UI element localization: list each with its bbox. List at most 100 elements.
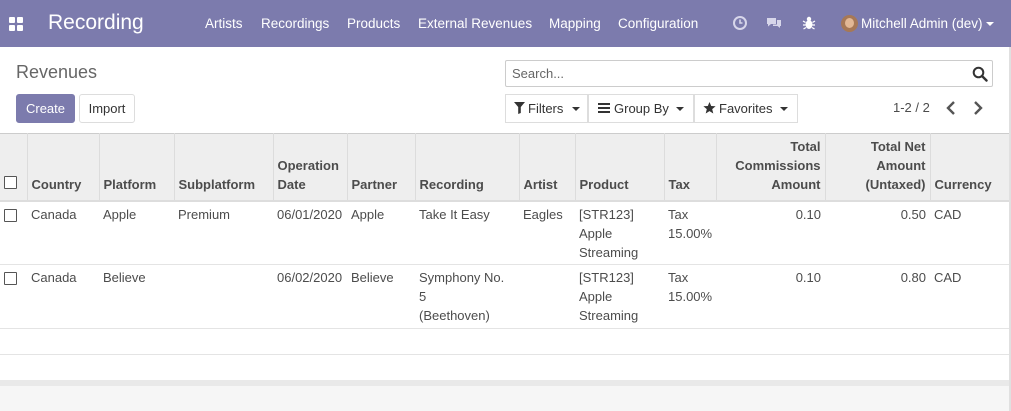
- search-icon[interactable]: [972, 66, 988, 82]
- revenues-table: Country Platform Subplatform Operation Da…: [0, 133, 1010, 381]
- header-total-commissions[interactable]: Total Commissions Amount: [715, 133, 825, 201]
- avatar: [841, 15, 858, 32]
- cell-country: Canada: [31, 206, 77, 222]
- cell-tax-line1: Tax: [668, 206, 689, 222]
- cell-artist: Eagles: [523, 206, 563, 222]
- empty-row: [0, 355, 1010, 381]
- chevron-down-icon: [780, 107, 788, 111]
- cell-subplatform: Premium: [178, 206, 231, 222]
- cell-tax-line1: Tax: [668, 270, 689, 285]
- favorites-label: Favorites: [719, 101, 773, 116]
- header-commissions-line1: Total: [790, 138, 821, 154]
- cell-currency: CAD: [934, 206, 962, 222]
- cell-country: Canada: [31, 270, 77, 285]
- clock-icon[interactable]: [732, 15, 748, 31]
- chevron-down-icon: [676, 107, 684, 111]
- app-brand[interactable]: Recording: [48, 11, 144, 35]
- cell-tax-line2: 15.00%: [668, 225, 713, 241]
- star-icon: [703, 102, 716, 114]
- list-icon: [598, 103, 610, 113]
- search-input[interactable]: [512, 66, 952, 81]
- header-product[interactable]: Product: [574, 133, 664, 201]
- cell-subplatform: [174, 265, 273, 329]
- row-checkbox[interactable]: [4, 208, 17, 222]
- apps-icon[interactable]: [9, 17, 23, 31]
- header-subplatform[interactable]: Subplatform: [173, 133, 273, 201]
- create-button[interactable]: Create: [16, 94, 75, 123]
- header-operation-date-line2: Date: [277, 176, 306, 192]
- cell-tax: Tax 15.00%: [664, 201, 716, 265]
- filters-label: Filters: [528, 101, 564, 116]
- cell-tax-line2: 15.00%: [668, 289, 713, 304]
- search-bar: [505, 60, 993, 87]
- cell-product-line1: [STR123]: [579, 206, 634, 222]
- cell-platform: Believe: [103, 270, 146, 285]
- chevron-right-icon[interactable]: [971, 100, 985, 116]
- cell-product-line1: [STR123]: [579, 270, 634, 285]
- filter-icon: [514, 102, 525, 114]
- menu-artists[interactable]: Artists: [205, 16, 243, 31]
- menu-mapping[interactable]: Mapping: [549, 16, 601, 31]
- header-recording[interactable]: Recording: [414, 133, 519, 201]
- cell-partner: Apple: [351, 206, 385, 222]
- cell-recording: Take It Easy: [415, 201, 519, 265]
- bug-icon[interactable]: [801, 15, 817, 31]
- header-currency[interactable]: Currency: [929, 133, 1010, 201]
- header-artist[interactable]: Artist: [518, 133, 575, 201]
- cell-product: [STR123] Apple Streaming: [575, 201, 664, 265]
- cell-product-line3: Streaming: [579, 308, 639, 323]
- header-operation-date-line1: Operation: [277, 157, 339, 173]
- filters-button[interactable]: Filters: [505, 94, 588, 123]
- empty-row: [0, 329, 1010, 355]
- menu-configuration[interactable]: Configuration: [618, 16, 698, 31]
- cell-net-amount: 0.50: [900, 206, 926, 222]
- group-by-button[interactable]: Group By: [588, 94, 694, 123]
- favorites-button[interactable]: Favorites: [694, 94, 798, 123]
- header-tax[interactable]: Tax: [663, 133, 716, 201]
- header-country[interactable]: Country: [26, 133, 99, 201]
- cell-partner: Believe: [351, 270, 394, 285]
- chat-icon[interactable]: [766, 15, 782, 31]
- import-button[interactable]: Import: [79, 94, 135, 123]
- cell-product-line2: Apple: [579, 289, 613, 304]
- header-partner[interactable]: Partner: [346, 133, 415, 201]
- chevron-left-icon[interactable]: [944, 100, 958, 116]
- pager-value[interactable]: 1-2 / 2: [893, 100, 930, 115]
- header-operation-date[interactable]: Operation Date: [272, 133, 347, 201]
- header-net-line2: Amount: [876, 157, 926, 173]
- header-commissions-line3: Amount: [771, 176, 821, 192]
- chevron-down-icon: [572, 107, 580, 111]
- top-navbar: Recording Artists Recordings Products Ex…: [0, 0, 1011, 47]
- cell-currency: CAD: [934, 270, 962, 285]
- cell-commissions: 0.10: [795, 270, 821, 285]
- cell-product-line2: Apple: [579, 225, 613, 241]
- cell-recording-line1: Symphony No. 5: [419, 270, 505, 304]
- menu-recordings[interactable]: Recordings: [261, 16, 329, 31]
- select-all-cell: [0, 134, 27, 201]
- header-net-line1: Total Net: [870, 138, 926, 154]
- table-row[interactable]: Canada Apple Premium 06/01/2020 Apple Ta…: [0, 201, 1010, 265]
- table-row[interactable]: Canada Believe 06/02/2020 Believe Sympho…: [0, 265, 1010, 329]
- chevron-down-icon: [986, 22, 994, 26]
- menu-products[interactable]: Products: [347, 16, 400, 31]
- cell-platform: Apple: [103, 206, 137, 222]
- cell-commissions: 0.10: [795, 206, 821, 222]
- cell-recording: Symphony No. 5 (Beethoven): [415, 265, 519, 329]
- cell-product-line3: Streaming: [579, 244, 639, 260]
- cell-tax: Tax 15.00%: [664, 265, 716, 329]
- select-all-checkbox[interactable]: [4, 175, 17, 189]
- menu-external-revenues[interactable]: External Revenues: [418, 16, 532, 31]
- header-commissions-line2: Commissions: [735, 157, 821, 173]
- header-net-line3: (Untaxed): [865, 176, 926, 192]
- user-name: Mitchell Admin (dev): [861, 16, 983, 31]
- cell-operation-date: 06/01/2020: [277, 206, 343, 222]
- row-select-cell: [0, 265, 27, 329]
- row-select-cell: [0, 201, 27, 265]
- header-platform[interactable]: Platform: [98, 133, 174, 201]
- row-checkbox[interactable]: [4, 272, 17, 285]
- cell-artist: [519, 265, 575, 329]
- table-footer: [0, 380, 1010, 411]
- header-total-net-amount[interactable]: Total Net Amount (Untaxed): [824, 133, 930, 201]
- page-title: Revenues: [16, 62, 98, 82]
- table-header-row: Country Platform Subplatform Operation Da…: [0, 133, 1010, 201]
